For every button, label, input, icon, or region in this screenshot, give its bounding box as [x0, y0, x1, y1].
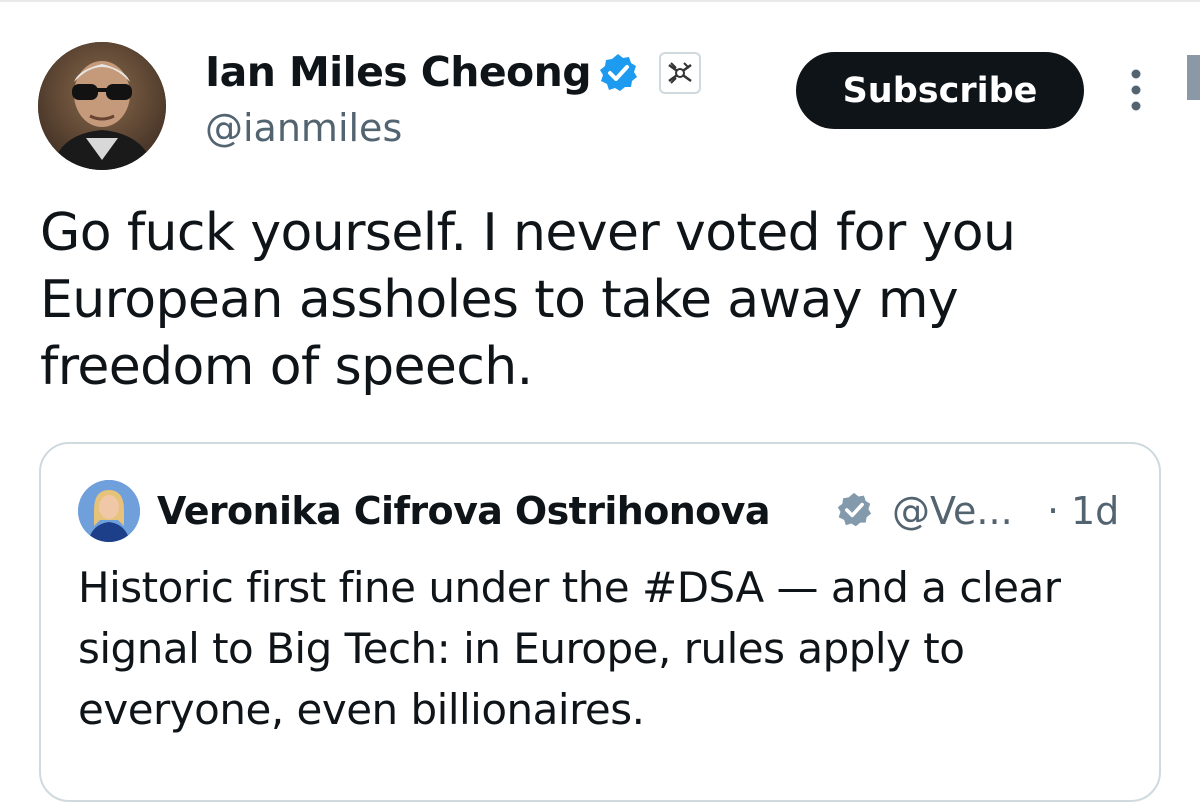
author-handle[interactable]: @ianmiles [205, 102, 402, 154]
quote-author-avatar[interactable] [78, 480, 140, 542]
quote-separator: · [1047, 489, 1060, 533]
author-name[interactable]: Ian Miles Cheong [205, 44, 592, 100]
author-avatar-image [38, 42, 166, 170]
scrollbar-thumb[interactable] [1187, 55, 1200, 100]
author-avatar[interactable] [38, 42, 166, 170]
affiliate-logo-icon [668, 62, 692, 84]
quote-avatar-image [78, 480, 140, 542]
affiliate-badge-icon[interactable] [659, 52, 701, 94]
quote-author-name[interactable]: Veronika Cifrova Ostrihonova [157, 485, 771, 537]
more-options-icon[interactable] [1124, 66, 1148, 116]
quote-author-handle[interactable]: @Ve... [892, 485, 1013, 537]
quote-text: Historic first fine under the #DSA — and… [78, 563, 1061, 734]
subscribe-button[interactable]: Subscribe [796, 52, 1084, 129]
tweet-text: Go fuck yourself. I never voted for you … [40, 203, 1016, 397]
verified-badge-icon[interactable] [598, 53, 638, 93]
gray-verified-badge-icon[interactable] [836, 492, 872, 528]
top-divider [0, 0, 1200, 2]
quote-timestamp[interactable]: 1d [1071, 485, 1119, 537]
